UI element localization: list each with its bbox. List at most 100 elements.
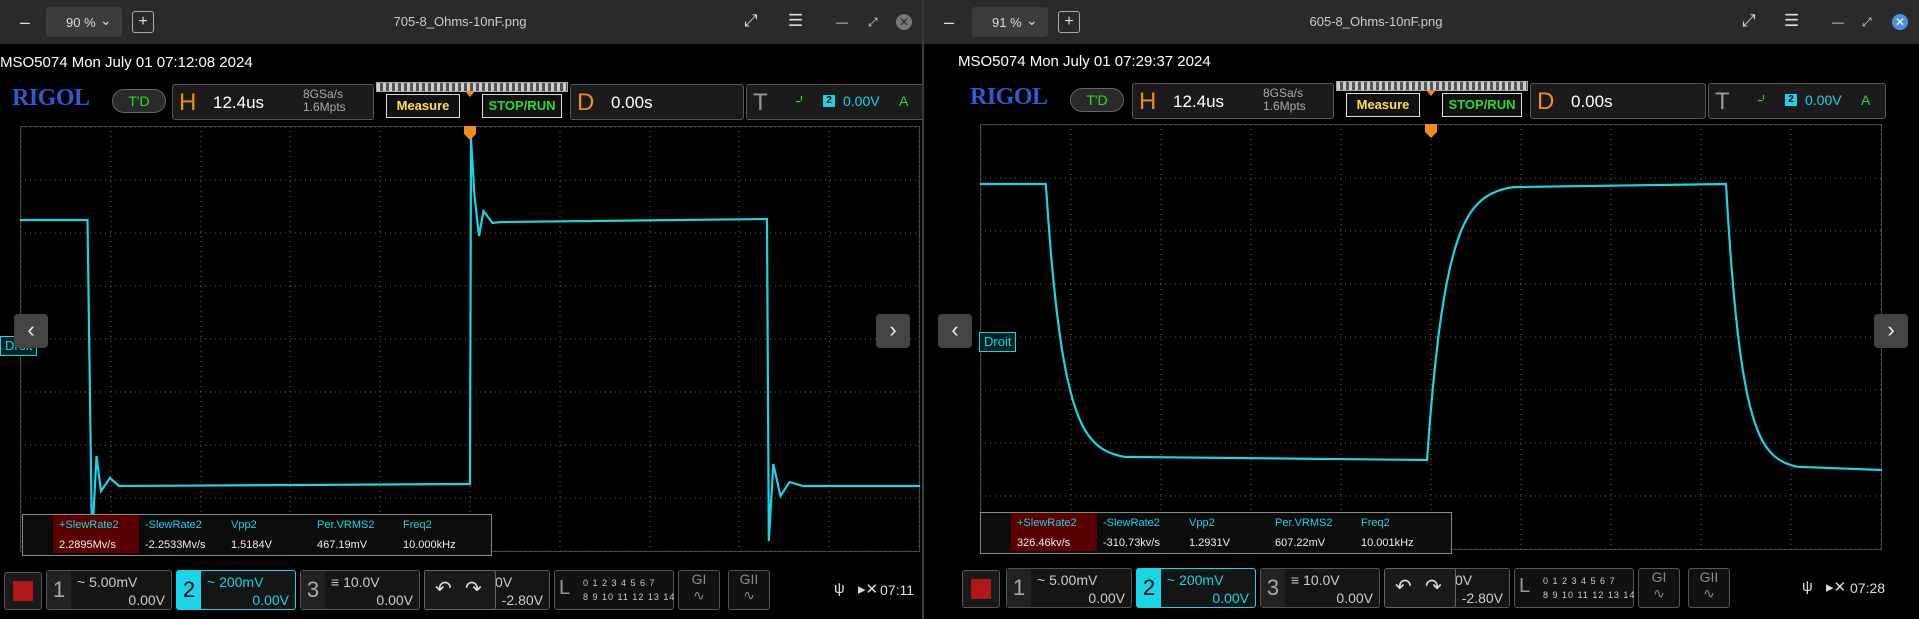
generator-2-button[interactable]: GII ∿: [1688, 568, 1730, 608]
measurement-panel: +SlewRate2 2.2895Mv/s -SlewRate2 -2.2533…: [22, 514, 492, 556]
minimize-icon[interactable]: —: [1832, 15, 1844, 29]
zoom-select[interactable]: 90 % ⌄: [46, 7, 122, 37]
trigger-box[interactable]: T ⌏ 2 0.00V A: [1708, 83, 1886, 119]
stop-run-button[interactable]: STOP/RUN: [482, 94, 562, 118]
zoom-out-button[interactable]: –: [938, 11, 960, 33]
meas-value: -2.2533Mv/s: [145, 539, 206, 551]
menu-icon[interactable]: ☰: [788, 11, 803, 31]
channel-1-box[interactable]: 1 ~ 5.00mV 0.00V: [46, 570, 172, 610]
meas-name: -SlewRate2: [1103, 517, 1160, 529]
channel-bar: 1 ~ 5.00mV 0.00V 2 ~ 200mV 0.00V 3 ≡ 10.…: [0, 568, 924, 616]
channel-offset: 0.00V: [128, 592, 165, 608]
trigger-edge-icon: ⌏: [795, 93, 808, 110]
viewer-toolbar: – 90 % ⌄ + 705-8_Ohms-10nF.png ⤢ ☰ — ⤢ ✕: [0, 0, 924, 44]
speaker-icon[interactable]: ▸✕: [858, 580, 878, 598]
generator-1-button[interactable]: GI ∿: [1638, 568, 1680, 608]
delay-box[interactable]: D 0.00s: [1530, 83, 1706, 119]
menu-icon[interactable]: ☰: [1784, 11, 1799, 31]
d-letter: D: [1537, 88, 1555, 115]
trigger-box[interactable]: T ⌏ 2 0.00V A: [746, 84, 924, 120]
usb-icon: ψ: [1802, 578, 1813, 595]
measure-button[interactable]: Measure: [1346, 93, 1420, 117]
zoom-in-button[interactable]: +: [1058, 11, 1080, 33]
trigger-level: 0.00V: [843, 93, 880, 109]
h-timebase: 12.4us: [1173, 92, 1225, 111]
channel-scale: ~ 5.00mV: [77, 574, 138, 590]
delay-box[interactable]: D 0.00s: [570, 84, 744, 120]
left-viewer-pane: – 90 % ⌄ + 705-8_Ohms-10nF.png ⤢ ☰ — ⤢ ✕…: [0, 0, 924, 619]
right-viewer-pane: – 91 % ⌄ + 605-8_Ohms-10nF.png ⤢ ☰ — ⤢ ✕…: [924, 0, 1919, 619]
meas-name: +SlewRate2: [1017, 517, 1077, 529]
redo-icon[interactable]: ↷: [465, 576, 482, 601]
trigger-position-marker: [1425, 124, 1437, 138]
clock: 07:28: [1850, 580, 1886, 596]
channel-offset: 0.00V: [1088, 590, 1125, 606]
meas-name: Per.VRMS2: [317, 519, 375, 531]
zoom-value: 90 %: [66, 15, 96, 30]
channel-bar: 1 ~ 5.00mV 0.00V 2 ~ 200mV 0.00V 3 ≡ 10.…: [924, 566, 1919, 614]
next-arrow-button[interactable]: ›: [1874, 314, 1908, 348]
measurement-panel: +SlewRate2 326.46kv/s -SlewRate2 -310.73…: [980, 512, 1452, 554]
chevron-right-icon: ›: [889, 317, 897, 342]
ch-scale-value: 10.0V: [1303, 572, 1340, 588]
channel-scale: ~ 200mV: [207, 574, 264, 590]
file-name: 705-8_Ohms-10nF.png: [393, 14, 527, 29]
close-icon[interactable]: ✕: [896, 14, 912, 30]
undo-redo-buttons[interactable]: ↶ ↷: [424, 570, 496, 610]
fullscreen-icon[interactable]: ⤢: [744, 11, 758, 31]
close-icon[interactable]: ✕: [1892, 14, 1908, 30]
undo-redo-buttons[interactable]: ↶ ↷: [1384, 568, 1456, 608]
stop-run-button[interactable]: STOP/RUN: [1442, 93, 1522, 117]
zoom-in-button[interactable]: +: [132, 11, 154, 33]
fullscreen-icon[interactable]: ⤢: [1742, 11, 1756, 31]
zoom-out-button[interactable]: –: [14, 11, 36, 33]
channel-1-box[interactable]: 1 ~ 5.00mV 0.00V: [1006, 568, 1132, 608]
logic-channels-box[interactable]: L 0 1 2 3 4 5 6 7 8 9 10 11 12 13 14 15: [554, 570, 690, 610]
sine-icon: ∿: [1653, 585, 1665, 601]
clock: 07:11: [880, 582, 914, 598]
channel-2-box[interactable]: 2 ~ 200mV 0.00V: [176, 570, 296, 610]
redo-icon[interactable]: ↷: [1425, 574, 1442, 599]
minimize-icon[interactable]: —: [836, 15, 848, 29]
undo-icon[interactable]: ↶: [435, 576, 452, 601]
channel-number: 1: [47, 571, 71, 609]
generator-2-button[interactable]: GII ∿: [728, 570, 770, 610]
meas-value: 2.2895Mv/s: [59, 539, 116, 551]
scope-info-line: MSO5074 Mon July 01 07:29:37 2024: [958, 53, 1211, 70]
channel-3-box[interactable]: 3 ≡ 10.0V 0.00V: [300, 570, 420, 610]
td-status: T'D: [1070, 88, 1124, 112]
plus-icon: +: [1064, 13, 1074, 30]
h-sample-rate: 8GSa/s 1.6Mpts: [303, 88, 346, 114]
speaker-icon[interactable]: ▸✕: [1826, 578, 1846, 596]
ch-scale-value: 200mV: [219, 574, 264, 590]
zoom-select[interactable]: 91 % ⌄: [972, 7, 1048, 37]
h-sample-rate: 8GSa/s 1.6Mpts: [1263, 87, 1306, 113]
horizontal-box[interactable]: H 12.4us 8GSa/s 1.6Mpts: [1132, 83, 1334, 119]
restore-icon[interactable]: ⤢: [868, 15, 878, 30]
sine-icon: ∿: [1703, 585, 1715, 601]
home-button[interactable]: [4, 572, 42, 610]
waveform-grid: [980, 124, 1882, 550]
meas-value: 467.19mV: [317, 539, 368, 551]
logic-channels-box[interactable]: L 0 1 2 3 4 5 6 7 8 9 10 11 12 13 14 15: [1514, 568, 1650, 608]
t-letter: T: [1715, 88, 1730, 115]
channel-2-box[interactable]: 2 ~ 200mV 0.00V: [1136, 568, 1256, 608]
next-arrow-button[interactable]: ›: [876, 314, 910, 348]
chevron-down-icon: ⌄: [1026, 12, 1038, 28]
generator-1-button[interactable]: GI ∿: [678, 570, 720, 610]
horizontal-box[interactable]: H 12.4us 8GSa/s 1.6Mpts: [172, 84, 374, 120]
oscilloscope-screen: MSO5074 Mon July 01 07:29:37 2024 RIGOL …: [924, 44, 1919, 619]
prev-arrow-button[interactable]: ‹: [14, 314, 48, 348]
undo-icon[interactable]: ↶: [1395, 574, 1412, 599]
channel-scale: ~ 200mV: [1167, 572, 1224, 588]
channel-3-box[interactable]: 3 ≡ 10.0V 0.00V: [1260, 568, 1380, 608]
channel-scale: ≡ 10.0V: [1291, 572, 1340, 588]
restore-icon[interactable]: ⤢: [1862, 15, 1872, 30]
home-button[interactable]: [962, 570, 1000, 608]
logic-digits-high: 8 9 10 11 12 13 14 15: [1543, 590, 1651, 600]
h-letter: H: [1139, 88, 1157, 115]
channel-scale: 0V: [495, 574, 513, 590]
file-name: 605-8_Ohms-10nF.png: [1309, 14, 1443, 29]
measure-button[interactable]: Measure: [386, 94, 460, 118]
prev-arrow-button[interactable]: ‹: [938, 314, 972, 348]
